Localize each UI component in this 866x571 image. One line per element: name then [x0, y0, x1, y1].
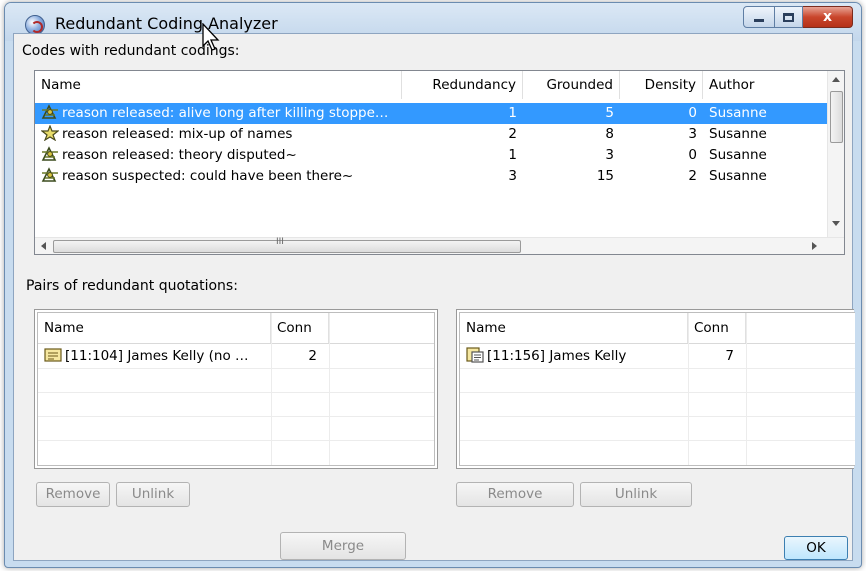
- col-header-name[interactable]: Name: [38, 313, 271, 343]
- scroll-right-arrow-icon[interactable]: [812, 242, 817, 250]
- scroll-left-arrow-icon[interactable]: [41, 242, 46, 250]
- col-header-conn[interactable]: Conn: [271, 313, 329, 343]
- close-icon: x: [822, 9, 833, 25]
- text-quotation-icon: [44, 347, 62, 363]
- density-value: 2: [688, 168, 697, 184]
- table-row[interactable]: [11:156] James Kelly 7: [460, 346, 855, 367]
- col-header-author[interactable]: Author: [703, 71, 827, 99]
- right-quotations-table: Name Conn [11:156] James Kelly 7: [456, 309, 855, 469]
- code-redundant-icon: [41, 104, 59, 120]
- redundancy-value: 2: [508, 126, 517, 142]
- right-remove-button[interactable]: Remove: [456, 482, 574, 507]
- grounded-value: 5: [605, 105, 614, 121]
- maximize-icon: [783, 12, 794, 22]
- code-name: reason released: mix-up of names: [62, 126, 293, 142]
- redundant-coding-analyzer-window: Redundant Coding Analyzer x Codes with r…: [4, 2, 862, 568]
- col-header-density[interactable]: Density: [620, 71, 703, 99]
- right-unlink-button[interactable]: Unlink: [580, 482, 692, 507]
- col-header-grounded[interactable]: Grounded: [523, 71, 620, 99]
- horizontal-scroll-thumb[interactable]: III: [53, 237, 521, 253]
- dialog-client-area: Codes with redundant codings: Name Redun…: [13, 33, 855, 561]
- density-value: 0: [688, 105, 697, 121]
- code-redundant-icon: [41, 146, 59, 162]
- conn-value: 2: [308, 348, 317, 364]
- code-name: reason released: theory disputed~: [62, 147, 297, 163]
- document-quotation-icon: [466, 347, 484, 363]
- quotation-name: [11:156] James Kelly: [487, 348, 627, 364]
- left-quotations-table: Name Conn [11:104] James Kelly (no … 2: [34, 309, 438, 469]
- maximize-button[interactable]: [775, 6, 803, 28]
- author-value: Susanne: [709, 105, 767, 121]
- grounded-value: 8: [605, 126, 614, 142]
- scroll-down-arrow-icon[interactable]: [832, 221, 840, 226]
- scroll-grip-icon: III: [276, 237, 284, 247]
- col-header-redundancy[interactable]: Redundancy: [402, 71, 523, 99]
- grounded-value: 3: [605, 147, 614, 163]
- close-button[interactable]: x: [803, 6, 853, 28]
- conn-value: 7: [725, 348, 734, 364]
- left-remove-button[interactable]: Remove: [36, 482, 110, 507]
- table-row[interactable]: reason suspected: could have been there~…: [35, 166, 827, 187]
- codes-vertical-scrollbar[interactable]: [827, 71, 844, 237]
- author-value: Susanne: [709, 168, 767, 184]
- col-header-conn[interactable]: Conn: [688, 313, 746, 343]
- table-row[interactable]: reason released: mix-up of names 2 8 3 S…: [35, 124, 827, 145]
- minimize-icon: [754, 18, 764, 22]
- app-logo-icon: [25, 15, 45, 35]
- codes-grid: Name Redundancy Grounded Density Author …: [35, 71, 827, 237]
- author-value: Susanne: [709, 126, 767, 142]
- quotation-name: [11:104] James Kelly (no …: [65, 348, 249, 364]
- col-header-name[interactable]: Name: [35, 71, 402, 99]
- table-row[interactable]: reason released: theory disputed~ 1 3 0 …: [35, 145, 827, 166]
- mouse-cursor-icon: [202, 23, 220, 51]
- col-header-name[interactable]: Name: [460, 313, 688, 343]
- vertical-scroll-thumb[interactable]: [830, 91, 843, 143]
- density-value: 3: [688, 126, 697, 142]
- caption-buttons: x: [743, 6, 853, 28]
- code-name: reason released: alive long after killin…: [62, 105, 389, 121]
- redundancy-value: 1: [508, 147, 517, 163]
- scroll-up-arrow-icon[interactable]: [832, 77, 840, 82]
- codes-horizontal-scrollbar[interactable]: III: [35, 237, 844, 254]
- grounded-value: 15: [596, 168, 614, 184]
- author-value: Susanne: [709, 147, 767, 163]
- merge-button[interactable]: Merge: [280, 532, 406, 560]
- density-value: 0: [688, 147, 697, 163]
- code-redundant-icon: [41, 167, 59, 183]
- table-row[interactable]: reason released: alive long after killin…: [35, 103, 827, 124]
- codes-table: Name Redundancy Grounded Density Author …: [34, 70, 845, 255]
- ok-button[interactable]: OK: [784, 536, 848, 560]
- redundancy-value: 3: [508, 168, 517, 184]
- minimize-button[interactable]: [743, 6, 775, 28]
- pairs-section-label: Pairs of redundant quotations:: [26, 278, 238, 294]
- redundancy-value: 1: [508, 105, 517, 121]
- code-redundant-icon: [41, 124, 60, 142]
- left-unlink-button[interactable]: Unlink: [116, 482, 190, 507]
- window-title: Redundant Coding Analyzer: [55, 14, 278, 33]
- code-name: reason suspected: could have been there~: [62, 168, 354, 184]
- table-row[interactable]: [11:104] James Kelly (no … 2: [38, 346, 434, 367]
